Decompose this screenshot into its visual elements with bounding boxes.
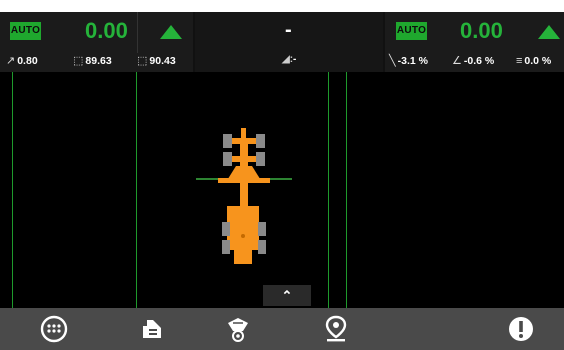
warning-icon: [509, 317, 533, 341]
machine-control-screen: AUTO 0.00 ↗ 0.80 ⬚ 89.63 ⬚ 90.43 - ◢:- AUTO…: [0, 12, 564, 350]
left-readout-1: ↗ 0.80: [6, 55, 38, 67]
left-readout-2: ⬚ 89.63: [73, 55, 112, 67]
sensor-view-button[interactable]: [223, 314, 253, 344]
mainfall-icon: ∠: [452, 55, 462, 67]
blade-slope-icon: ≡: [516, 55, 523, 67]
guide-line-4: [346, 72, 347, 308]
right-auto-badge[interactable]: AUTO: [396, 22, 427, 40]
right-up-arrow-icon: [538, 25, 560, 39]
right-readout-3: ≡ 0.0 %: [516, 55, 552, 67]
chevron-up-icon: ⌃: [281, 288, 293, 303]
status-bar: AUTO 0.00 ↗ 0.80 ⬚ 89.63 ⬚ 90.43 - ◢:- AUTO…: [0, 12, 564, 72]
sensor-view-icon: [228, 318, 248, 342]
expand-panel-button[interactable]: ⌃: [263, 285, 311, 306]
left-auto-badge[interactable]: AUTO: [10, 22, 41, 40]
left-readout-3: ⬚ 90.43: [137, 55, 176, 67]
left-up-arrow-icon: [160, 25, 182, 39]
motor-grader-icon: [196, 128, 292, 264]
guide-line-3: [328, 72, 329, 308]
slope-icon: ↗: [6, 55, 16, 67]
guide-line-1: [12, 72, 13, 308]
center-readout: ◢:-: [282, 54, 297, 65]
left-elevation-value: 0.00: [85, 18, 128, 43]
guide-line-2: [136, 72, 137, 308]
right-elevation-value: 0.00: [460, 18, 503, 43]
menu-icon: [40, 315, 68, 343]
machine-setup-button[interactable]: [137, 314, 167, 344]
location-pin-icon: [325, 315, 347, 342]
left-divider: [137, 12, 138, 53]
bottom-toolbar: [0, 308, 564, 350]
machine-setup-icon: [143, 320, 161, 338]
right-readout-2: ∠ -0.6 %: [452, 55, 495, 67]
cross-slope-icon: ╲: [389, 55, 396, 67]
right-readout-1: ╲ -3.1 %: [389, 55, 428, 67]
grade-icon: ◢:: [282, 54, 294, 65]
menu-button[interactable]: [39, 314, 69, 344]
machine-view[interactable]: ⌃: [0, 72, 564, 308]
location-button[interactable]: [321, 314, 351, 344]
right-blade-icon: ⬚: [137, 55, 148, 67]
left-control-panel[interactable]: AUTO 0.00 ↗ 0.80 ⬚ 89.63 ⬚ 90.43: [0, 12, 193, 72]
center-value: -: [285, 19, 292, 41]
right-control-panel[interactable]: AUTO 0.00 ╲ -3.1 % ∠ -0.6 % ≡ 0.0 %: [385, 12, 564, 72]
left-blade-icon: ⬚: [73, 55, 84, 67]
warning-button[interactable]: [506, 314, 536, 344]
